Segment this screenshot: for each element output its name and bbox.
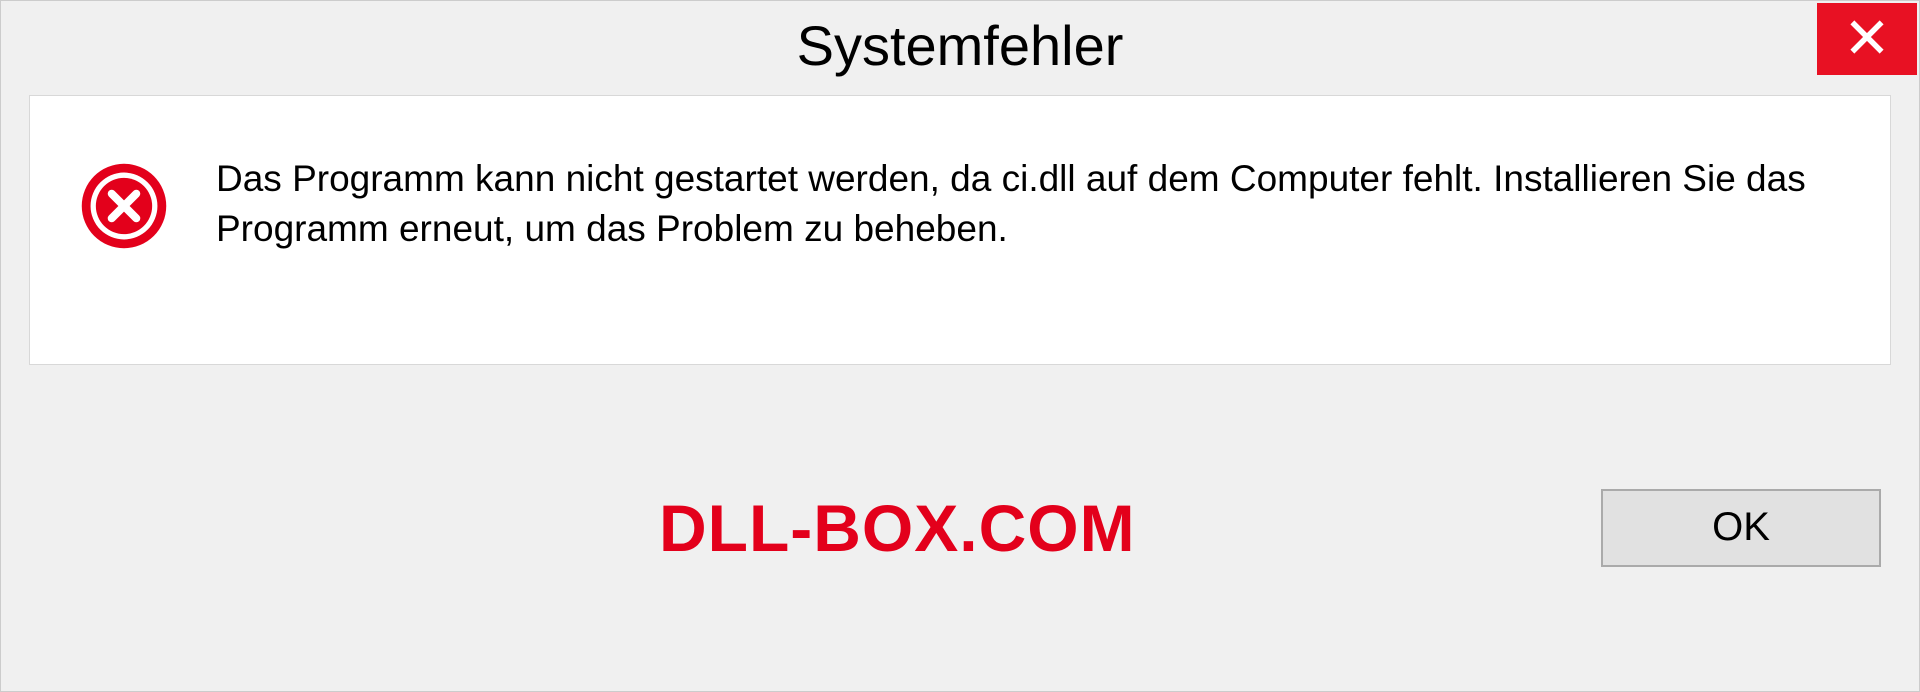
dialog-title: Systemfehler [797, 13, 1124, 78]
error-dialog: Systemfehler Das Programm kann nicht ges… [0, 0, 1920, 692]
close-icon [1848, 18, 1886, 61]
content-area: Das Programm kann nicht gestartet werden… [29, 95, 1891, 365]
titlebar: Systemfehler [1, 1, 1919, 89]
ok-button[interactable]: OK [1601, 489, 1881, 567]
dialog-footer: DLL-BOX.COM OK [1, 365, 1919, 691]
error-icon [80, 162, 168, 250]
close-button[interactable] [1817, 3, 1917, 75]
error-message: Das Programm kann nicht gestartet werden… [216, 154, 1840, 254]
watermark-text: DLL-BOX.COM [659, 490, 1136, 566]
